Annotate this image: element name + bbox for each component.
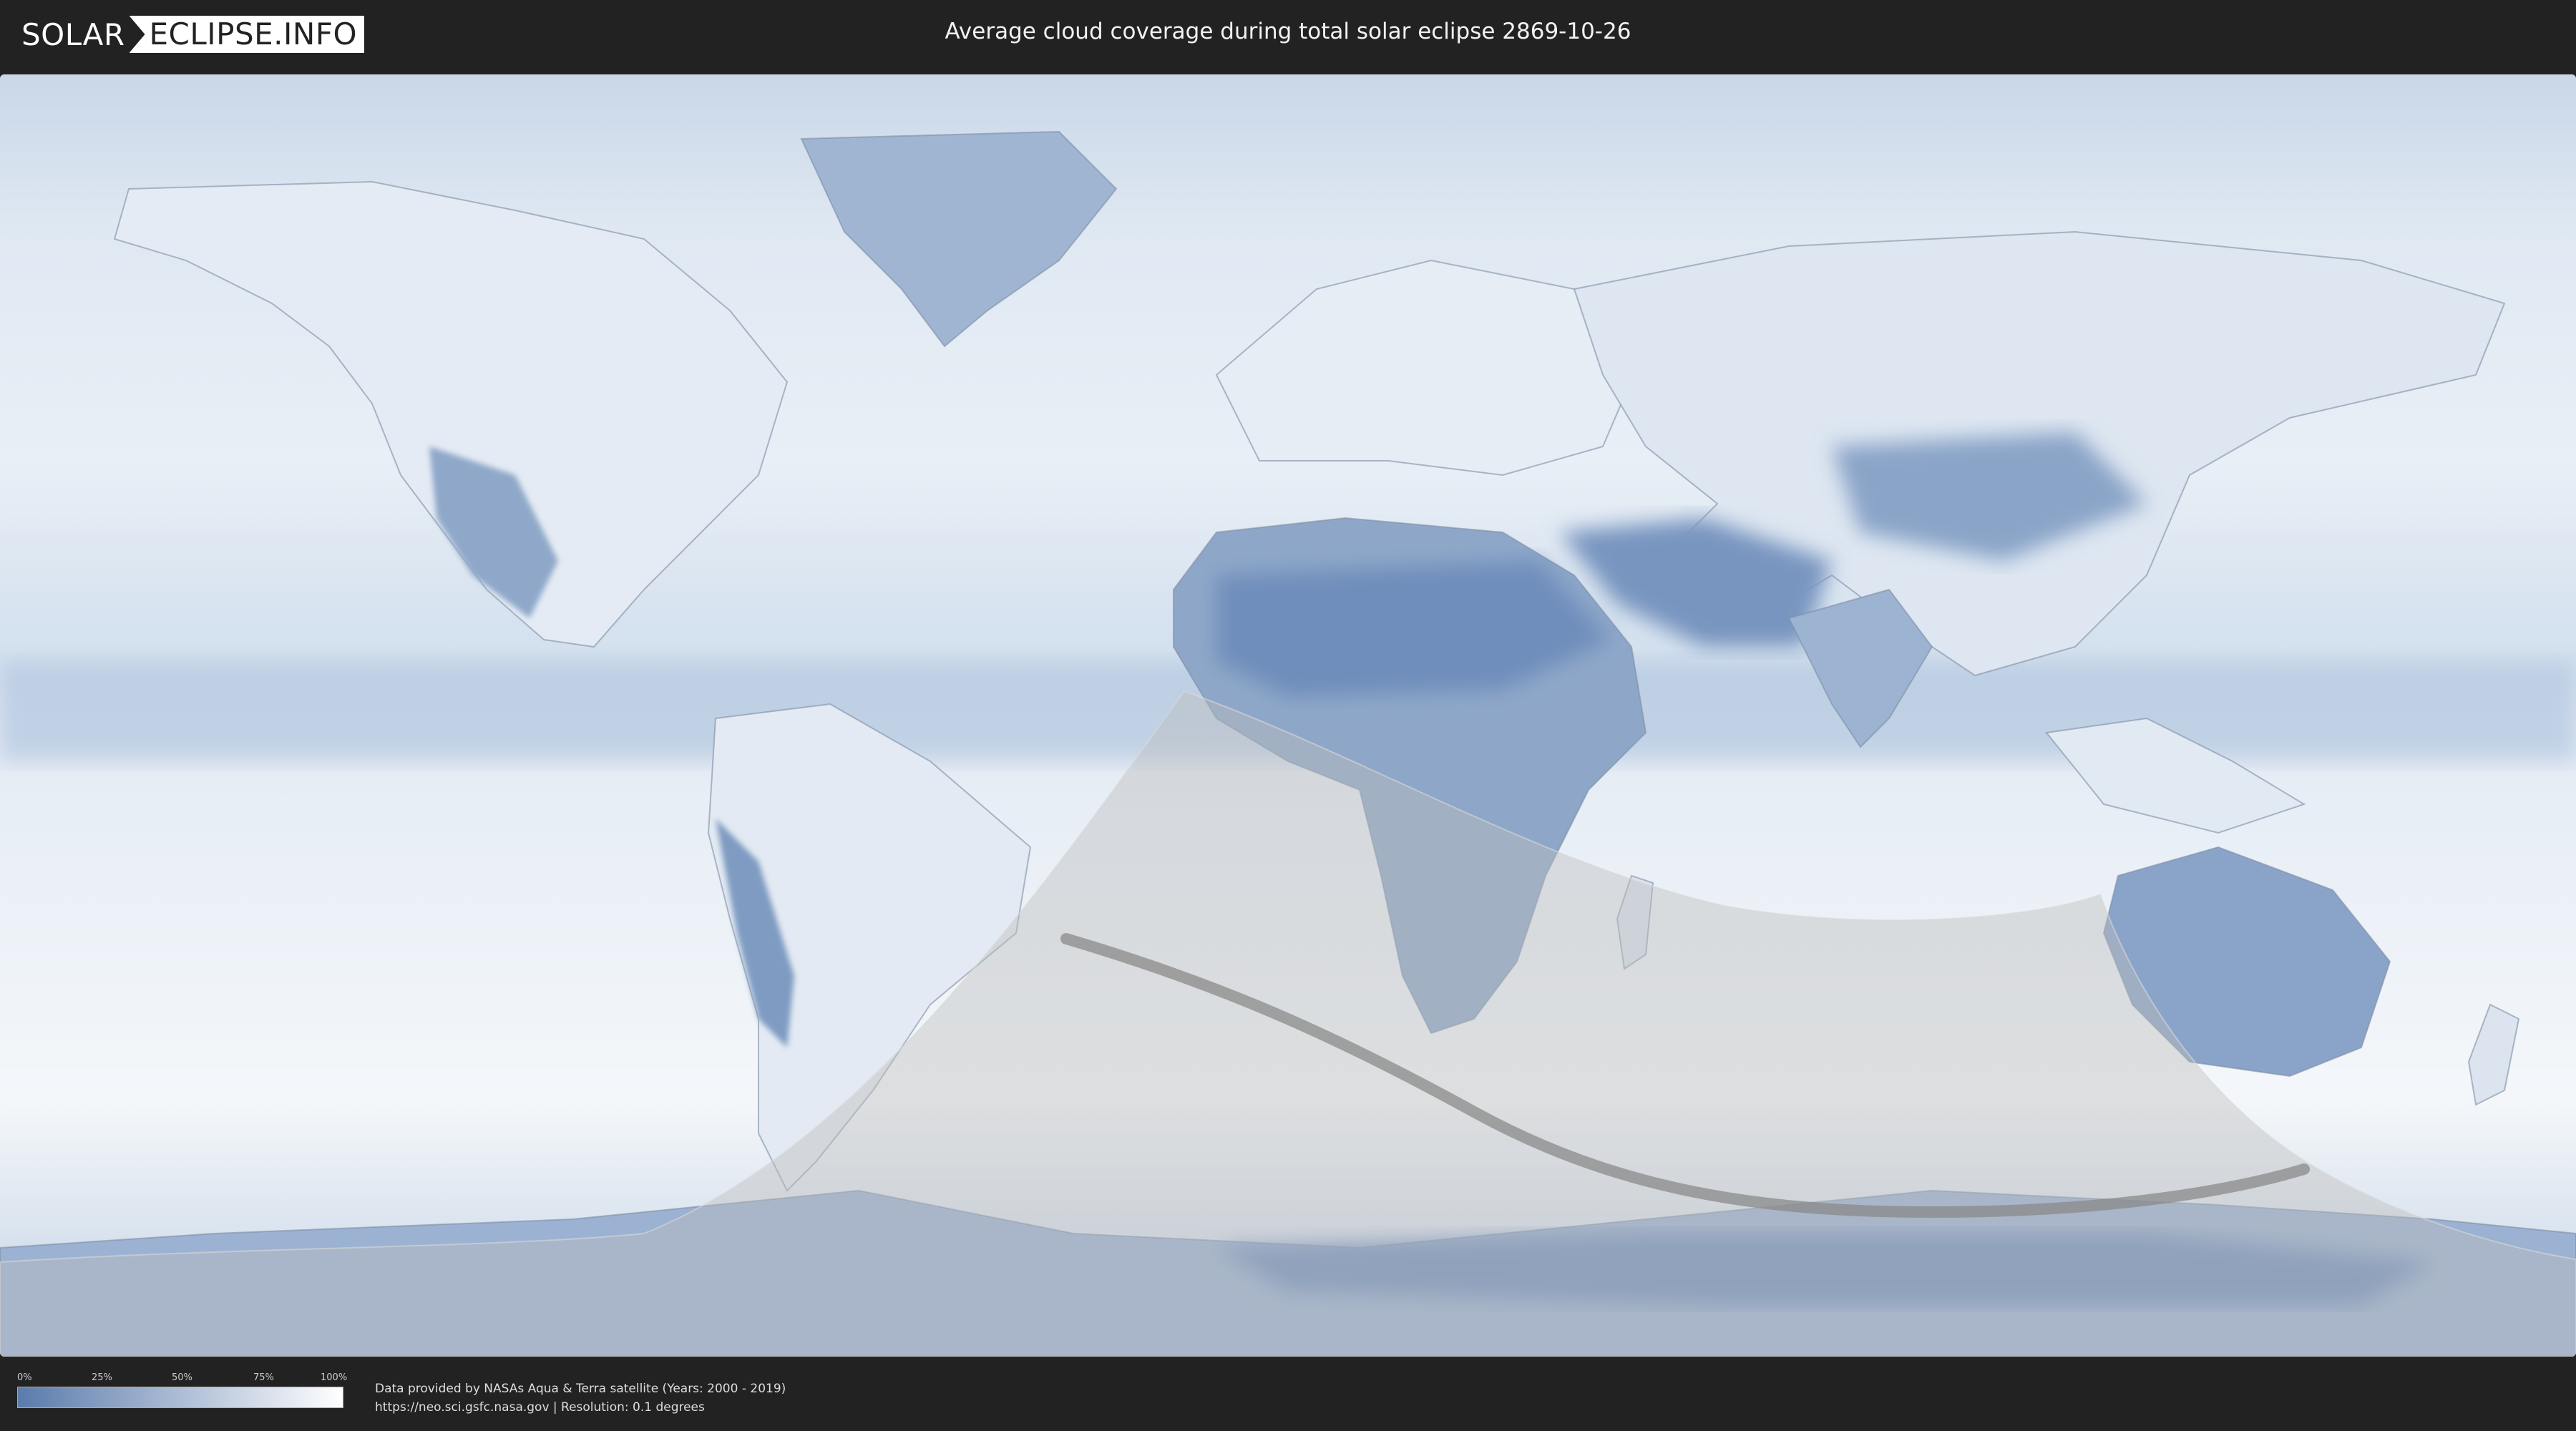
legend-gradient xyxy=(18,1387,343,1407)
footer-bar: 0% 25% 50% 75% 100% Data provided by NAS… xyxy=(0,1357,2576,1431)
page-title: Average cloud coverage during total sola… xyxy=(945,19,1631,44)
legend-tick-100: 100% xyxy=(321,1372,348,1383)
map-svg xyxy=(0,74,2576,1357)
header-bar: SOLAR ECLIPSE.INFO Average cloud coverag… xyxy=(0,0,2576,72)
cloud-coverage-legend: 0% 25% 50% 75% 100% xyxy=(17,1372,347,1415)
data-source-text: Data provided by NASAs Aqua & Terra sate… xyxy=(375,1379,786,1417)
legend-tick-50: 50% xyxy=(172,1372,192,1383)
legend-color-bar xyxy=(17,1387,343,1408)
legend-tick-0: 0% xyxy=(17,1372,32,1383)
cloud-coverage-map xyxy=(0,74,2576,1357)
legend-ticks: 0% 25% 50% 75% 100% xyxy=(17,1372,347,1387)
legend-tick-25: 25% xyxy=(92,1372,112,1383)
source-line-2[interactable]: https://neo.sci.gsfc.nasa.gov | Resoluti… xyxy=(375,1398,786,1417)
legend-tick-75: 75% xyxy=(253,1372,274,1383)
source-line-1: Data provided by NASAs Aqua & Terra sate… xyxy=(375,1382,786,1396)
